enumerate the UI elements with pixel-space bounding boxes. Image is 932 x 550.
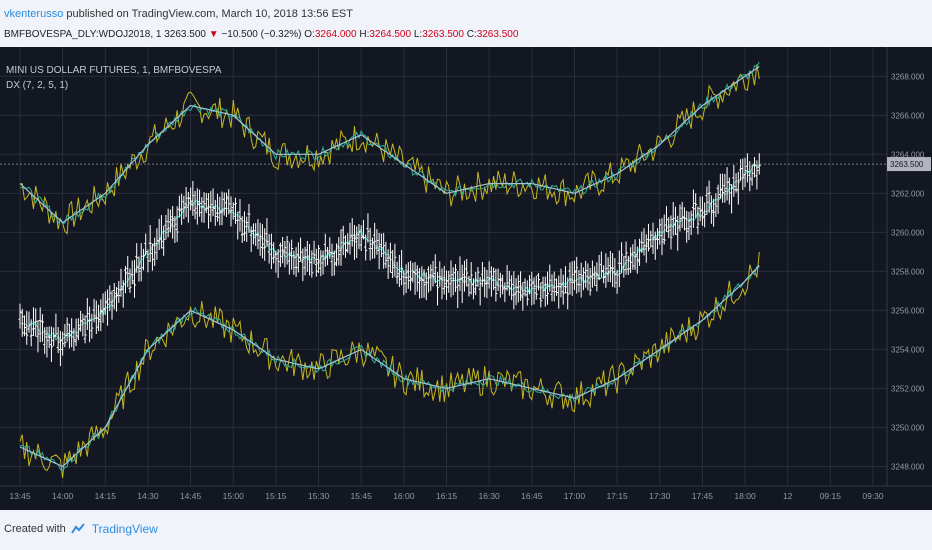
x-tick-label: 09:30 — [862, 491, 884, 501]
close-value: 3263.500 — [476, 29, 519, 40]
open-value: 3264.000 — [314, 29, 357, 40]
y-tick-label: 3258.000 — [891, 267, 925, 276]
chart-area[interactable]: 3248.000 3250.000 3252.000 3254.000 3256.000… — [0, 47, 932, 510]
footer: Created with TradingView — [4, 522, 158, 536]
y-tick-label: 3262.000 — [891, 189, 925, 198]
price-chart[interactable]: 3248.000 3250.000 3252.000 3254.000 3256.000… — [0, 47, 932, 510]
y-tick-label: 3266.000 — [891, 111, 925, 120]
high-label: H: — [359, 29, 370, 40]
ohlc-line: BMFBOVESPA_DLY:WDOJ2018, 1 3263.500 ▼ −1… — [4, 29, 518, 40]
y-tick-label: 3252.000 — [891, 384, 925, 393]
y-tick-label: 3268.000 — [891, 72, 925, 81]
x-tick-label: 12 — [783, 491, 793, 501]
x-tick-label: 17:15 — [606, 491, 628, 501]
author-link[interactable]: vkenterusso — [4, 8, 63, 20]
x-tick-label: 15:00 — [223, 491, 245, 501]
x-tick-label: 17:00 — [564, 491, 586, 501]
down-arrow-icon: ▼ — [208, 29, 219, 40]
x-tick-label: 17:45 — [692, 491, 714, 501]
high-value: 3264.500 — [369, 29, 412, 40]
x-tick-label: 15:30 — [308, 491, 330, 501]
upper-ma-line — [19, 61, 760, 225]
change-value: −10.500 (−0.32%) — [221, 29, 302, 40]
symbol-label: BMFBOVESPA_DLY:WDOJ2018, 1 — [4, 29, 162, 40]
y-tick-label: 3260.000 — [891, 228, 925, 237]
created-with-text: Created with — [4, 523, 66, 535]
x-tick-label: 16:15 — [436, 491, 458, 501]
y-tick-label: 3248.000 — [891, 462, 925, 471]
y-axis-ticks[interactable]: 3248.000 3250.000 3252.000 3254.000 3256.000… — [891, 72, 925, 471]
price-tag-label: 3263.500 — [890, 160, 924, 169]
lower-envelope-line — [19, 251, 760, 478]
upper-band-line — [19, 66, 760, 224]
open-label: O: — [304, 29, 315, 40]
tradingview-brand[interactable]: TradingView — [92, 522, 158, 536]
low-value: 3263.500 — [422, 29, 464, 40]
x-tick-label: 16:30 — [479, 491, 501, 501]
publish-info: vkenterusso published on TradingView.com… — [4, 8, 353, 20]
x-tick-label: 15:45 — [351, 491, 373, 501]
x-tick-label: 18:00 — [734, 491, 756, 501]
lower-band-line — [19, 265, 760, 468]
x-tick-label: 14:45 — [180, 491, 202, 501]
x-tick-label: 16:00 — [393, 491, 415, 501]
indicator-label[interactable]: DX (7, 2, 5, 1) — [6, 80, 68, 91]
x-tick-label: 13:45 — [9, 491, 31, 501]
close-label: C: — [466, 29, 477, 40]
chart-title: MINI US DOLLAR FUTURES, 1, BMFBOVESPA — [6, 65, 222, 76]
x-tick-label: 17:30 — [649, 491, 671, 501]
last-price: 3263.500 — [164, 29, 206, 40]
x-tick-label: 16:45 — [521, 491, 543, 501]
y-tick-label: 3256.000 — [891, 306, 925, 315]
x-tick-label: 14:15 — [95, 491, 117, 501]
y-tick-label: 3250.000 — [891, 423, 925, 432]
tradingview-logo-icon — [70, 523, 85, 534]
x-tick-label: 09:15 — [820, 491, 842, 501]
low-label: L: — [413, 29, 423, 40]
x-tick-label: 14:30 — [137, 491, 159, 501]
x-tick-label: 15:15 — [265, 491, 287, 501]
x-axis-ticks[interactable]: 13:45 14:00 14:15 14:30 14:45 15:00 15:15 15:30… — [9, 491, 884, 501]
upper-envelope-line — [19, 64, 760, 235]
publish-text: published on TradingView.com, March 10, … — [66, 8, 353, 20]
y-tick-label: 3254.000 — [891, 345, 925, 354]
plot-lines — [18, 61, 761, 478]
grid-lines — [0, 47, 887, 486]
price-ma-line — [19, 162, 760, 343]
x-tick-label: 14:00 — [52, 491, 74, 501]
